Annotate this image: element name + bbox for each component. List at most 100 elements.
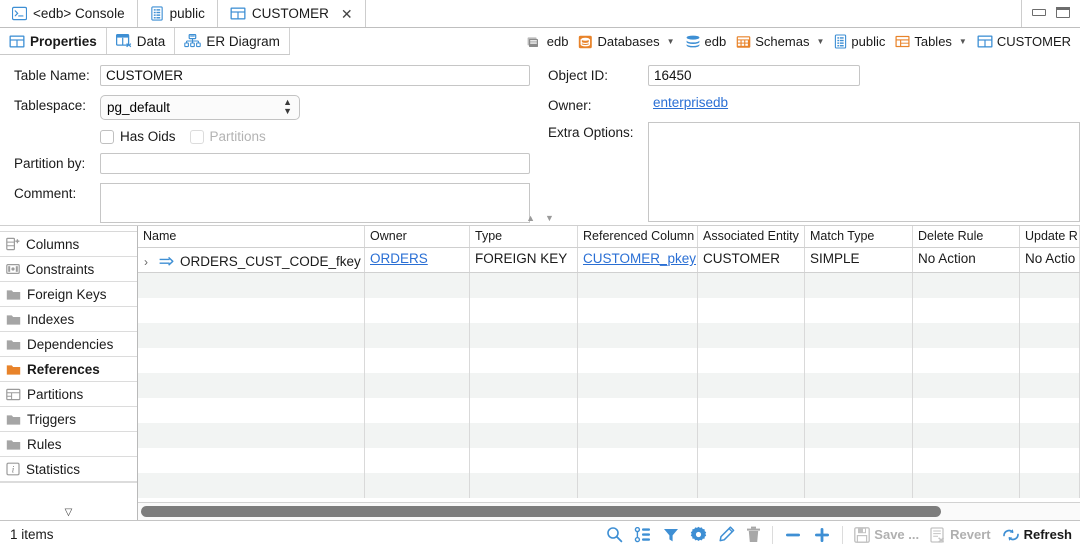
cell-empty[interactable] [578, 298, 698, 323]
table-row[interactable]: › ORDERS_CUST_CODE_fkey ORDERS FOREIGN K… [138, 248, 1080, 273]
breadcrumb-item-databases[interactable]: Databases ▼ [573, 34, 679, 49]
cell-empty[interactable] [365, 323, 470, 348]
cell-empty[interactable] [805, 473, 913, 498]
cell-empty[interactable] [913, 273, 1020, 298]
cell-empty[interactable] [1020, 273, 1080, 298]
table-row-empty[interactable] [138, 448, 1080, 473]
breadcrumb-item-table[interactable]: CUSTOMER [972, 34, 1076, 49]
owner-link[interactable]: ORDERS [370, 251, 428, 266]
cell-empty[interactable] [1020, 348, 1080, 373]
column-header-delete-rule[interactable]: Delete Rule [913, 226, 1020, 247]
cell-empty[interactable] [805, 398, 913, 423]
cell-empty[interactable] [1020, 398, 1080, 423]
cell-empty[interactable] [138, 373, 365, 398]
cell-empty[interactable] [365, 473, 470, 498]
cell-empty[interactable] [138, 398, 365, 423]
filter-options-button[interactable] [634, 527, 652, 543]
object-id-input[interactable] [648, 65, 860, 86]
cell-delete-rule[interactable]: No Action [913, 248, 1020, 272]
cell-empty[interactable] [913, 473, 1020, 498]
cell-empty[interactable] [805, 298, 913, 323]
save-button[interactable]: Save ... [854, 527, 919, 543]
cell-owner[interactable]: ORDERS [365, 248, 470, 272]
partition-by-input[interactable] [100, 153, 530, 174]
cell-empty[interactable] [698, 448, 805, 473]
cell-name[interactable]: › ORDERS_CUST_CODE_fkey [138, 248, 365, 272]
cell-empty[interactable] [1020, 423, 1080, 448]
cell-empty[interactable] [698, 348, 805, 373]
cell-empty[interactable] [470, 298, 578, 323]
cell-empty[interactable] [138, 323, 365, 348]
chevron-down-icon[interactable]: ▼ [959, 37, 967, 46]
collapse-down-icon[interactable]: ▼ [545, 214, 554, 223]
cell-empty[interactable] [365, 298, 470, 323]
cell-empty[interactable] [578, 373, 698, 398]
cell-empty[interactable] [470, 423, 578, 448]
tab-data[interactable]: Data [107, 28, 176, 54]
expand-row-icon[interactable]: › [144, 255, 154, 269]
breadcrumb-item-schemas[interactable]: Schemas ▼ [731, 34, 829, 49]
cell-empty[interactable] [698, 298, 805, 323]
edit-button[interactable] [718, 526, 735, 543]
cell-empty[interactable] [470, 323, 578, 348]
collapse-up-icon[interactable]: ▲ [526, 214, 535, 223]
cell-empty[interactable] [805, 448, 913, 473]
table-row-empty[interactable] [138, 348, 1080, 373]
cell-empty[interactable] [1020, 373, 1080, 398]
chevron-down-icon[interactable]: ▽ [65, 508, 73, 518]
cell-empty[interactable] [578, 398, 698, 423]
sidebar-item-indexes[interactable]: Indexes [0, 307, 137, 332]
table-row-empty[interactable] [138, 473, 1080, 498]
tab-er-diagram[interactable]: ER Diagram [175, 28, 290, 54]
cell-empty[interactable] [913, 398, 1020, 423]
referenced-column-link[interactable]: CUSTOMER_pkey [583, 251, 696, 266]
sidebar-item-dependencies[interactable]: Dependencies [0, 332, 137, 357]
breadcrumb-item-database[interactable]: edb [680, 34, 732, 49]
refresh-button[interactable]: Refresh [1002, 527, 1072, 543]
revert-button[interactable]: Revert [930, 527, 990, 543]
cell-empty[interactable] [470, 398, 578, 423]
cell-type[interactable]: FOREIGN KEY [470, 248, 578, 272]
table-row-empty[interactable] [138, 273, 1080, 298]
extra-options-textarea[interactable] [648, 122, 1080, 222]
cell-empty[interactable] [578, 273, 698, 298]
table-row-empty[interactable] [138, 323, 1080, 348]
cell-empty[interactable] [138, 448, 365, 473]
cell-empty[interactable] [138, 273, 365, 298]
maximize-button[interactable] [1056, 7, 1070, 18]
sidebar-item-triggers[interactable]: Triggers [0, 407, 137, 432]
has-oids-checkbox[interactable]: Has Oids [100, 129, 176, 144]
cell-empty[interactable] [805, 323, 913, 348]
sidebar-item-statistics[interactable]: i Statistics [0, 457, 137, 482]
cell-empty[interactable] [913, 298, 1020, 323]
search-button[interactable] [606, 526, 623, 543]
cell-empty[interactable] [578, 323, 698, 348]
cell-empty[interactable] [365, 273, 470, 298]
minimize-button[interactable] [1032, 9, 1046, 16]
remove-row-button[interactable] [784, 527, 802, 543]
cell-empty[interactable] [805, 423, 913, 448]
chevron-down-icon[interactable]: ▼ [667, 37, 675, 46]
horizontal-scrollbar[interactable] [138, 502, 1080, 520]
cell-empty[interactable] [138, 423, 365, 448]
table-row-empty[interactable] [138, 423, 1080, 448]
cell-empty[interactable] [913, 373, 1020, 398]
cell-empty[interactable] [138, 298, 365, 323]
chevron-down-icon[interactable]: ▼ [816, 37, 824, 46]
cell-empty[interactable] [1020, 298, 1080, 323]
cell-empty[interactable] [470, 448, 578, 473]
cell-update-rule[interactable]: No Actio [1020, 248, 1080, 272]
breadcrumb-item-server[interactable]: edb [522, 34, 574, 49]
cell-empty[interactable] [578, 448, 698, 473]
breadcrumb-item-schema[interactable]: public [829, 34, 890, 49]
cell-match-type[interactable]: SIMPLE [805, 248, 913, 272]
cell-empty[interactable] [1020, 323, 1080, 348]
cell-empty[interactable] [805, 273, 913, 298]
column-header-match-type[interactable]: Match Type [805, 226, 913, 247]
scrollbar-thumb[interactable] [141, 506, 941, 517]
cell-empty[interactable] [470, 473, 578, 498]
delete-button[interactable] [746, 526, 761, 543]
window-tab-console[interactable]: <edb> Console [0, 0, 138, 27]
cell-empty[interactable] [365, 448, 470, 473]
cell-empty[interactable] [365, 373, 470, 398]
